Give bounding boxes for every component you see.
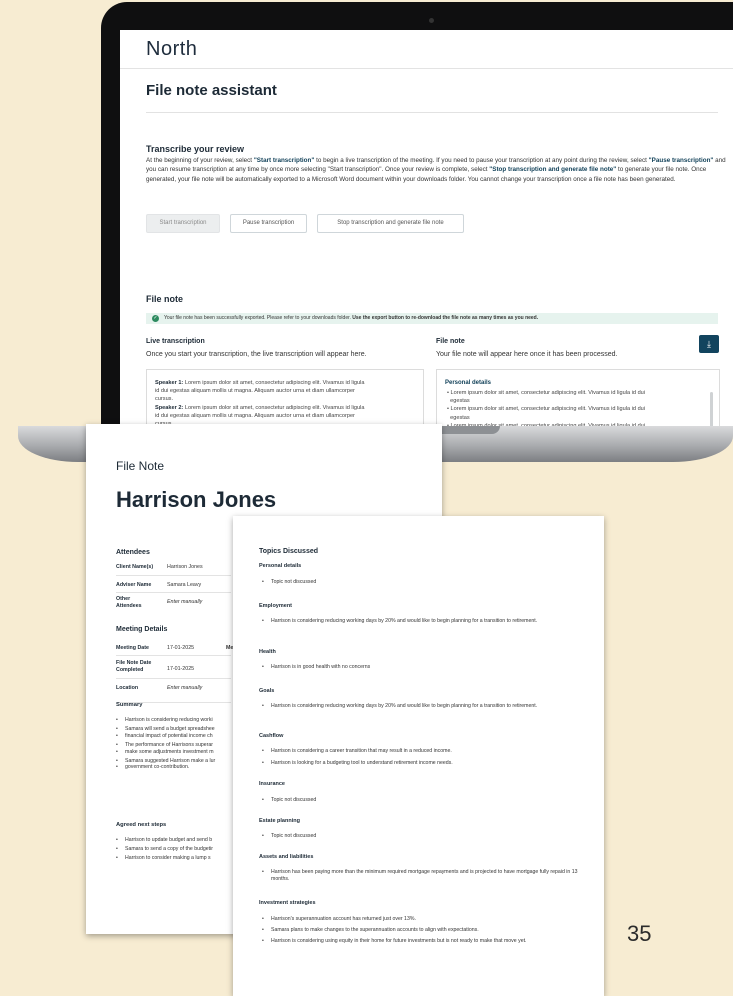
topic-item: Topic not discussed bbox=[259, 579, 589, 586]
file-note-panel-subtitle: Your file note will appear here once it … bbox=[436, 351, 618, 358]
file-note-heading: File note bbox=[146, 294, 184, 304]
topic-heading: Insurance bbox=[259, 781, 285, 787]
topic-item: Harrison has been paying more than the m… bbox=[259, 869, 589, 883]
attendees-heading: Attendees bbox=[116, 549, 150, 556]
pause-transcription-button[interactable]: Pause transcription bbox=[230, 214, 307, 233]
main-content: File note assistant Transcribe your revi… bbox=[120, 69, 733, 426]
topic-item: Harrison's superannuation account has re… bbox=[259, 916, 589, 923]
camera-icon bbox=[429, 18, 434, 23]
client-value: Harrison Jones bbox=[167, 564, 203, 570]
topic-item: Topic not discussed bbox=[259, 797, 589, 804]
topics-heading: Topics Discussed bbox=[259, 548, 319, 555]
live-transcription-title: Live transcription bbox=[146, 338, 205, 345]
completed-label: File Note Date Completed bbox=[116, 660, 152, 673]
topic-item: Harrison is considering reducing working… bbox=[259, 703, 589, 710]
summary-heading: Summary bbox=[116, 702, 143, 708]
meeting-details-heading: Meeting Details bbox=[116, 626, 168, 633]
live-transcription-subtitle: Once you start your transcription, the l… bbox=[146, 351, 367, 358]
other-attendees-value: Enter manually bbox=[167, 599, 203, 605]
scrollbar[interactable] bbox=[710, 392, 713, 426]
transcribe-heading: Transcribe your review bbox=[146, 144, 245, 154]
file-note-panel-title: File note bbox=[436, 338, 465, 345]
completed-value: 17-01-2025 bbox=[167, 666, 195, 672]
adviser-label: Adviser Name bbox=[116, 582, 152, 588]
personal-details-title: Personal details bbox=[445, 380, 492, 386]
row-divider bbox=[116, 575, 231, 576]
adviser-value: Samara Leavy bbox=[167, 582, 202, 588]
success-alert: ✓ Your file note has been successfully e… bbox=[146, 313, 718, 324]
file-note-panel[interactable]: Personal details • Lorem ipsum dolor sit… bbox=[436, 369, 720, 426]
meeting-date-label: Meeting Date bbox=[116, 645, 149, 651]
topic-heading: Investment strategies bbox=[259, 900, 316, 906]
row-divider bbox=[116, 678, 231, 679]
stop-transcription-button[interactable]: Stop transcription and generate file not… bbox=[317, 214, 464, 233]
check-circle-icon: ✓ bbox=[152, 315, 159, 322]
app-screen: North File note assistant Transcribe you… bbox=[120, 30, 733, 426]
divider bbox=[146, 112, 718, 113]
topic-item: Samara plans to make changes to the supe… bbox=[259, 927, 589, 934]
transcription-text: Speaker 1: Lorem ipsum dolor sit amet, c… bbox=[155, 380, 365, 426]
topic-heading: Cashflow bbox=[259, 733, 284, 739]
topic-heading: Health bbox=[259, 649, 276, 655]
topic-item: Harrison is considering a career transit… bbox=[259, 748, 589, 755]
topic-heading: Assets and liabilities bbox=[259, 854, 314, 860]
next-steps-heading: Agreed next steps bbox=[116, 822, 167, 828]
topic-item: Topic not discussed bbox=[259, 833, 589, 840]
client-name-heading: Harrison Jones bbox=[116, 487, 277, 512]
transcribe-instructions: At the beginning of your review, select … bbox=[146, 157, 726, 183]
topics-document: Topics Discussed Personal details Topic … bbox=[233, 516, 604, 996]
topic-item: Harrison is in good health with no conce… bbox=[259, 664, 589, 671]
topic-item: Harrison is considering reducing working… bbox=[259, 618, 589, 625]
alert-text: Your file note has been successfully exp… bbox=[164, 315, 539, 321]
topic-item: Harrison is looking for a budgeting tool… bbox=[259, 760, 589, 767]
page-title: File note assistant bbox=[146, 82, 277, 99]
live-transcription-panel[interactable]: Speaker 1: Lorem ipsum dolor sit amet, c… bbox=[146, 369, 424, 426]
topic-heading: Goals bbox=[259, 688, 275, 694]
client-label: Client Name(s) bbox=[116, 564, 154, 570]
row-divider bbox=[116, 655, 231, 656]
row-divider bbox=[116, 592, 231, 593]
page-number: 35 bbox=[627, 921, 652, 946]
download-icon: ⤓ bbox=[707, 339, 711, 349]
brand-logo[interactable]: North bbox=[146, 38, 197, 61]
personal-details-list: • Lorem ipsum dolor sit amet, consectetu… bbox=[447, 390, 646, 426]
location-value: Enter manually bbox=[167, 685, 203, 691]
location-label: Location bbox=[116, 685, 139, 691]
meeting-date-value: 17-01-2025 bbox=[167, 645, 195, 651]
topic-item: Harrison is considering using equity in … bbox=[259, 938, 589, 945]
topic-heading: Personal details bbox=[259, 563, 302, 569]
topic-heading: Estate planning bbox=[259, 818, 300, 824]
topic-heading: Employment bbox=[259, 603, 293, 609]
other-attendees-label: Other Attendees bbox=[116, 596, 142, 609]
doc-kicker: File Note bbox=[116, 459, 165, 473]
top-bar: North bbox=[120, 30, 733, 69]
start-transcription-button[interactable]: Start transcription bbox=[146, 214, 220, 233]
export-download-button[interactable]: ⤓ bbox=[699, 335, 719, 353]
